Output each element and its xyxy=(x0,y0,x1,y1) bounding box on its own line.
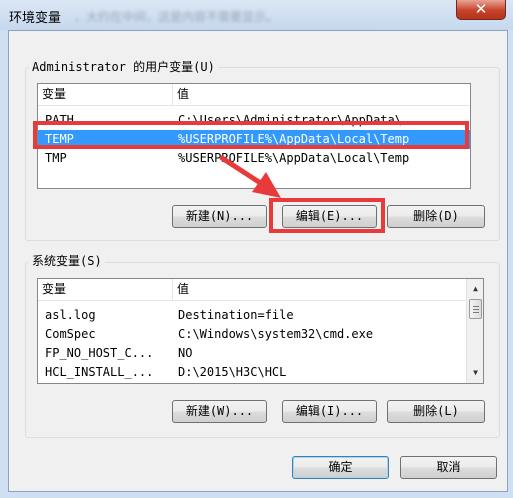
annotation-arrow-icon xyxy=(219,155,281,198)
